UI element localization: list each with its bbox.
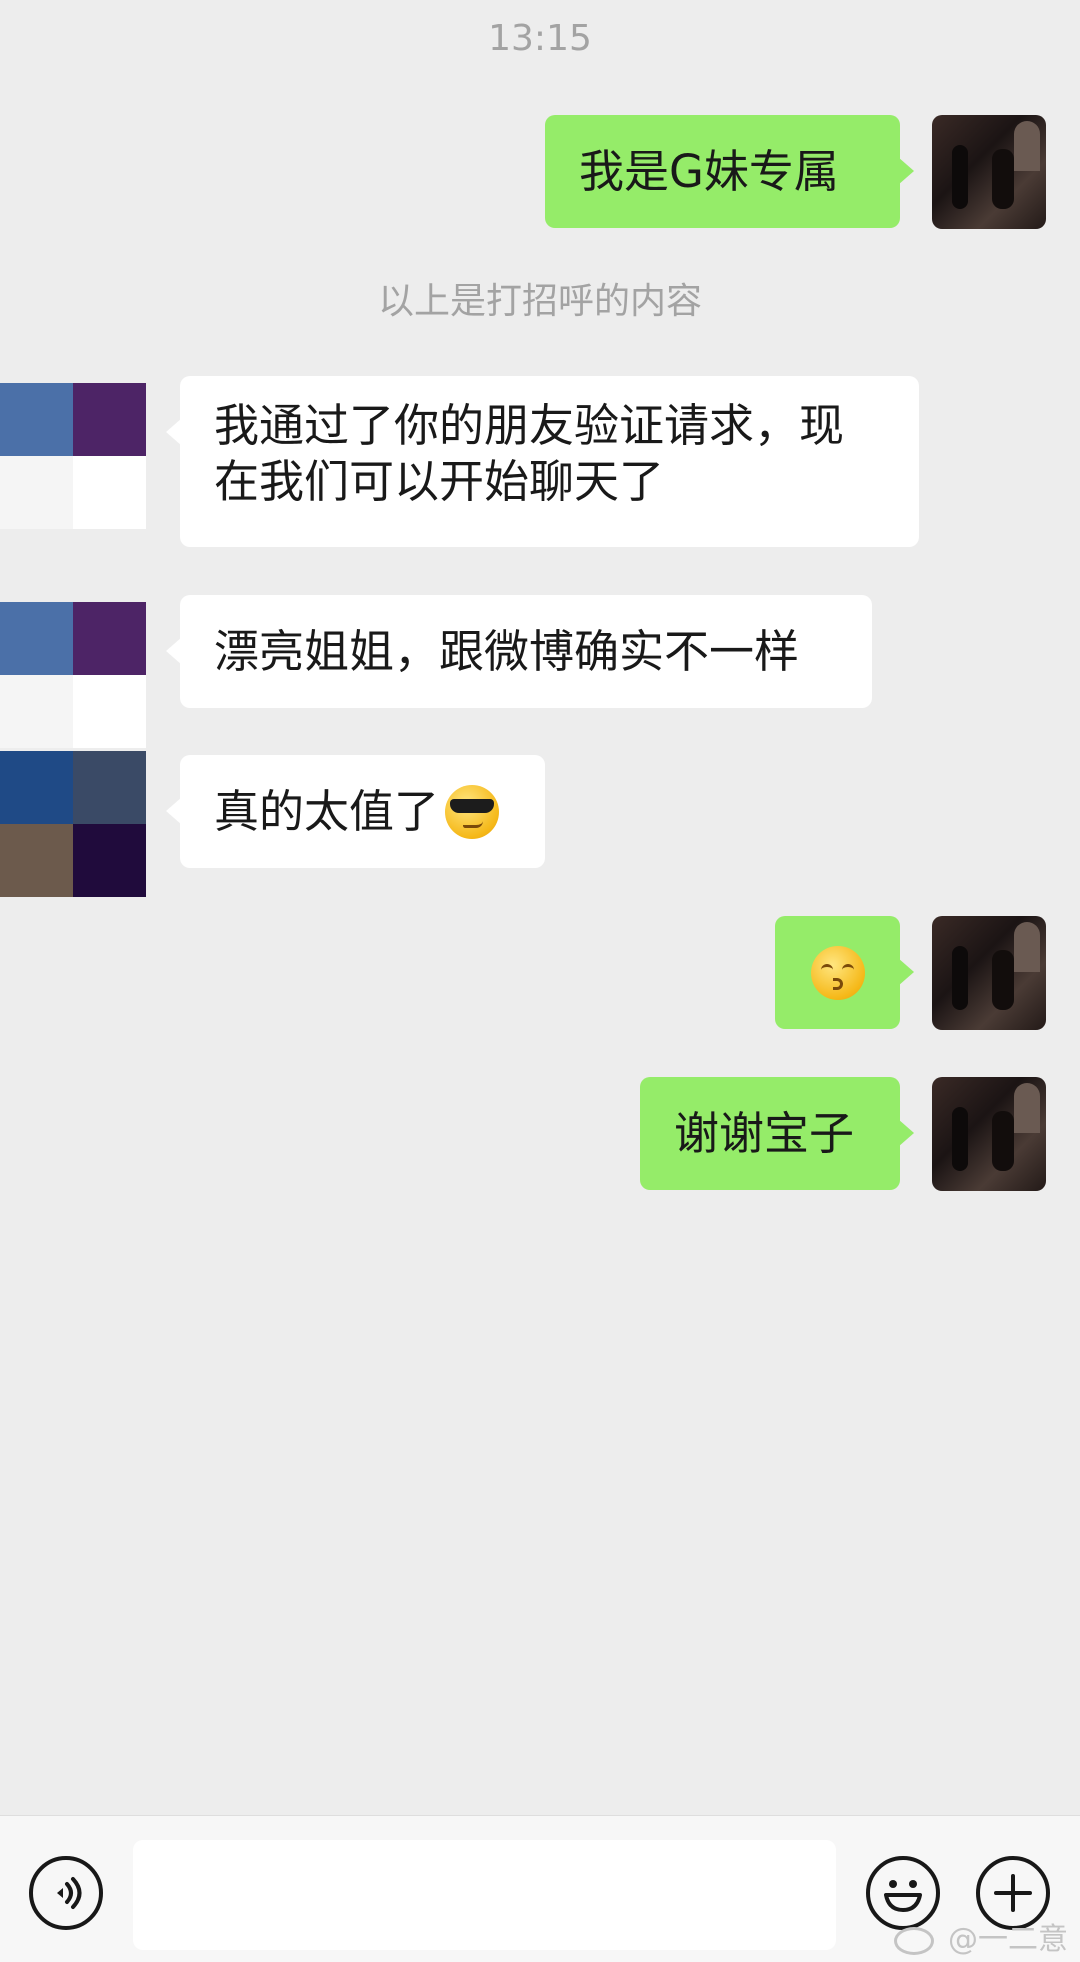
avatar-figure-shape xyxy=(992,950,1014,1010)
weibo-watermark: @一二意 xyxy=(894,1914,1068,1958)
message-text: 真的太值了 xyxy=(214,784,440,838)
avatar-figure-shape xyxy=(992,149,1014,209)
voice-icon[interactable] xyxy=(29,1856,103,1930)
message-bubble-incoming[interactable]: 漂亮姐姐，跟微博确实不一样 xyxy=(166,595,872,708)
contact-avatar-pixelated[interactable] xyxy=(0,751,146,897)
avatar-figure-shape xyxy=(952,946,968,1010)
message-text: 谢谢宝子 xyxy=(674,1106,855,1160)
avatar-arch-shape xyxy=(1014,121,1040,171)
contact-avatar-pixelated[interactable] xyxy=(0,602,146,748)
message-text-line: 我通过了你的朋友验证请求，现 xyxy=(214,399,845,452)
chat-input-bar: @一二意 xyxy=(0,1815,1080,1962)
my-avatar[interactable] xyxy=(932,1077,1046,1191)
avatar-figure-shape xyxy=(952,145,968,209)
kissing-emoji-icon xyxy=(810,945,865,1000)
greeting-system-note: 以上是打招呼的内容 xyxy=(377,281,702,322)
message-bubble-outgoing[interactable] xyxy=(775,916,914,1029)
message-text-line: 在我们可以开始聊天了 xyxy=(214,455,665,508)
sunglasses-emoji-icon xyxy=(445,784,500,839)
message-input[interactable] xyxy=(133,1840,836,1950)
contact-avatar-pixelated[interactable] xyxy=(0,383,146,529)
avatar-arch-shape xyxy=(1014,1083,1040,1133)
message-text: 漂亮姐姐，跟微博确实不一样 xyxy=(214,624,800,678)
my-avatar[interactable] xyxy=(932,115,1046,229)
message-bubble-incoming[interactable]: 真的太值了 xyxy=(166,755,545,868)
avatar-figure-shape xyxy=(992,1111,1014,1171)
watermark-text: @一二意 xyxy=(948,1922,1068,1957)
message-timestamp: 13:15 xyxy=(488,18,592,59)
avatar-arch-shape xyxy=(1014,922,1040,972)
message-bubble-outgoing[interactable]: 谢谢宝子 xyxy=(640,1077,914,1190)
chat-area: 13:15 我是G妹专属 以上是打招呼的内容 我通过了你的朋友验证请求，现 在我… xyxy=(0,0,1080,1815)
weibo-icon xyxy=(894,1926,935,1955)
message-text: 我是G妹专属 xyxy=(579,144,839,198)
my-avatar[interactable] xyxy=(932,916,1046,1030)
avatar-figure-shape xyxy=(952,1107,968,1171)
message-bubble-incoming[interactable]: 我通过了你的朋友验证请求，现 在我们可以开始聊天了 xyxy=(166,376,919,547)
message-bubble-outgoing[interactable]: 我是G妹专属 xyxy=(545,115,914,228)
